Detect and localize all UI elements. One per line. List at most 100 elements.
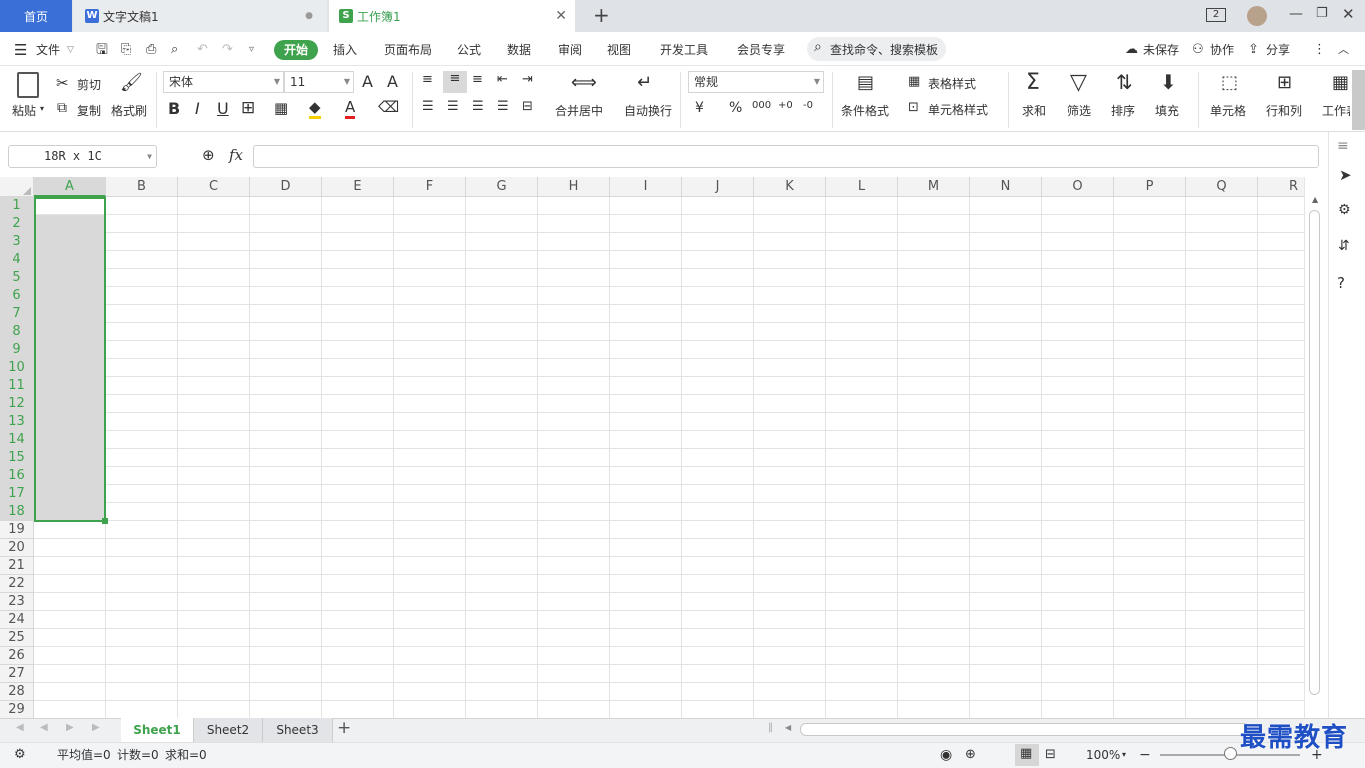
column-header-k[interactable]: K — [754, 177, 826, 197]
name-box[interactable]: 18R x 1C ▼ — [8, 145, 157, 168]
row-header-17[interactable]: 17 — [0, 485, 34, 503]
row-header-28[interactable]: 28 — [0, 683, 34, 701]
tab-workbook[interactable]: S 工作簿1 ✕ — [329, 0, 575, 32]
row-header-20[interactable]: 20 — [0, 539, 34, 557]
scroll-left-icon[interactable]: ◀ — [785, 723, 791, 732]
pointer-icon[interactable]: ➤ — [1339, 166, 1352, 184]
font-size-select[interactable]: 11 ▼ — [284, 71, 354, 93]
row-header-4[interactable]: 4 — [0, 251, 34, 269]
row-header-23[interactable]: 23 — [0, 593, 34, 611]
view-mode-icon[interactable]: ⊕ — [965, 746, 976, 764]
formula-input[interactable] — [253, 145, 1319, 168]
sheet-nav-next-icon[interactable]: ▶ — [66, 722, 74, 733]
more-icon[interactable]: ⋮ — [1313, 40, 1326, 60]
panel-menu-icon[interactable]: ≡ — [1337, 138, 1349, 154]
window-count-badge[interactable]: 2 — [1206, 8, 1226, 22]
align-middle-icon[interactable]: ≡ — [443, 71, 467, 93]
align-left-icon[interactable]: ☰ — [422, 99, 434, 114]
row-header-7[interactable]: 7 — [0, 305, 34, 323]
decimal-decrease-icon[interactable]: -0 — [803, 100, 813, 111]
column-header-r[interactable]: R — [1258, 177, 1304, 197]
number-format-select[interactable]: 常规 ▼ — [688, 71, 824, 93]
filter-button[interactable]: 筛选 — [1067, 102, 1091, 119]
decimal-increase-icon[interactable]: +0 — [778, 100, 793, 111]
quick-access-more-icon[interactable]: ▿ — [249, 40, 254, 60]
column-header-l[interactable]: L — [826, 177, 898, 197]
normal-view-button[interactable]: ▦ — [1015, 744, 1039, 766]
sum-button[interactable]: 求和 — [1022, 102, 1046, 119]
row-header-8[interactable]: 8 — [0, 323, 34, 341]
row-header-3[interactable]: 3 — [0, 233, 34, 251]
row-header-16[interactable]: 16 — [0, 467, 34, 485]
ribbon-scroll[interactable] — [1352, 70, 1365, 130]
zoom-formula-icon[interactable]: ⊕ — [202, 146, 215, 164]
row-header-1[interactable]: 1 — [0, 197, 34, 215]
column-header-a[interactable]: A — [34, 177, 106, 197]
sheet-nav-first-icon[interactable]: ◀ — [16, 722, 24, 733]
cut-button[interactable]: 剪切 — [77, 76, 101, 93]
hamburger-icon[interactable]: ☰ — [14, 40, 27, 60]
column-header-g[interactable]: G — [466, 177, 538, 197]
tab-page-layout[interactable]: 页面布局 — [384, 40, 432, 60]
splitter-icon[interactable]: ‖ — [768, 722, 773, 733]
sheet-tab-1[interactable]: Sheet1 — [121, 718, 193, 742]
column-header-d[interactable]: D — [250, 177, 322, 197]
column-header-p[interactable]: P — [1114, 177, 1186, 197]
font-grow-icon[interactable]: A — [362, 72, 373, 91]
export-icon[interactable]: ⎘ — [121, 40, 131, 60]
row-header-22[interactable]: 22 — [0, 575, 34, 593]
restore-icon[interactable]: ❐ — [1316, 6, 1328, 21]
row-header-21[interactable]: 21 — [0, 557, 34, 575]
tab-insert[interactable]: 插入 — [333, 40, 357, 60]
page-view-icon[interactable]: ⊟ — [1045, 746, 1056, 764]
transform-icon[interactable]: ⇵ — [1338, 238, 1350, 254]
minimize-icon[interactable]: — — [1289, 6, 1303, 22]
column-header-c[interactable]: C — [178, 177, 250, 197]
vertical-scrollbar[interactable]: ▲ — [1304, 177, 1328, 718]
row-header-10[interactable]: 10 — [0, 359, 34, 377]
thousands-icon[interactable]: 000 — [752, 100, 771, 111]
spreadsheet-grid[interactable]: ABCDEFGHIJKLMNOPQR 1 2 3 4 5 6 7 8 9 10 11 12 13 14 15… — [0, 177, 1304, 718]
tab-review[interactable]: 审阅 — [558, 40, 582, 60]
format-painter-button[interactable]: 格式刷 — [111, 102, 147, 119]
tab-member[interactable]: 会员专享 — [737, 40, 785, 60]
print-icon[interactable]: ⎙ — [146, 40, 156, 60]
tab-home[interactable]: 首页 — [0, 0, 72, 32]
help-icon[interactable]: ? — [1337, 274, 1345, 292]
merge-center-button[interactable]: 合并居中 — [555, 102, 603, 119]
row-header-27[interactable]: 27 — [0, 665, 34, 683]
row-header-13[interactable]: 13 — [0, 413, 34, 431]
horizontal-scroll-thumb[interactable] — [800, 723, 1250, 736]
font-shrink-icon[interactable]: A — [387, 72, 398, 91]
tab-developer[interactable]: 开发工具 — [660, 40, 708, 60]
column-header-q[interactable]: Q — [1186, 177, 1258, 197]
column-header-h[interactable]: H — [538, 177, 610, 197]
indent-decrease-icon[interactable]: ⇤ — [497, 72, 508, 87]
row-header-24[interactable]: 24 — [0, 611, 34, 629]
justify-icon[interactable]: ☰ — [497, 99, 509, 114]
tab-formula[interactable]: 公式 — [457, 40, 481, 60]
new-tab-icon[interactable]: + — [593, 3, 610, 27]
window-close-icon[interactable]: ✕ — [1342, 5, 1355, 23]
save-icon[interactable]: 🖫 — [96, 40, 108, 60]
unsaved-status[interactable]: 未保存 — [1143, 40, 1179, 60]
close-icon[interactable]: ✕ — [555, 8, 567, 24]
fx-icon[interactable]: fx — [229, 146, 243, 164]
border-icon[interactable]: ⊞ — [241, 98, 255, 118]
row-header-14[interactable]: 14 — [0, 431, 34, 449]
undo-icon[interactable]: ↶ — [197, 40, 208, 60]
sheet-tab-2[interactable]: Sheet2 — [193, 718, 262, 742]
fill-handle[interactable] — [102, 518, 108, 524]
zoom-dropdown-icon[interactable]: ▾ — [1122, 746, 1126, 764]
collab-button[interactable]: 协作 — [1210, 40, 1234, 60]
macro-icon[interactable]: ⚙ — [14, 746, 26, 764]
row-header-9[interactable]: 9 — [0, 341, 34, 359]
align-top-icon[interactable]: ≡ — [422, 72, 433, 87]
bold-button[interactable]: B — [168, 99, 180, 118]
sheet-nav-last-icon[interactable]: ▶ — [92, 722, 100, 733]
column-header-n[interactable]: N — [970, 177, 1042, 197]
collapse-ribbon-icon[interactable]: ︿ — [1338, 40, 1349, 60]
row-header-2[interactable]: 2 — [0, 215, 34, 233]
scroll-up-icon[interactable]: ▲ — [1312, 195, 1318, 204]
zoom-slider-knob[interactable] — [1224, 747, 1237, 760]
